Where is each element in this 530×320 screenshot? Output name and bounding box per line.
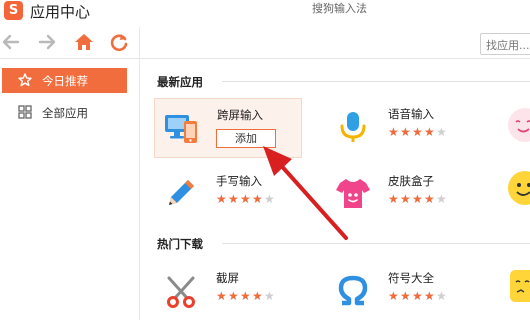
sidebar-item-label: 全部应用 [42, 106, 88, 120]
scissors-icon [167, 276, 195, 308]
sidebar-divider [139, 27, 140, 320]
title-bar: S 应用中心 搜狗输入法 [0, 0, 530, 22]
toolbar [0, 27, 530, 59]
app-name: 皮肤盒子 [388, 174, 434, 188]
star-empty-icon: ★ [436, 289, 447, 303]
app-card-screenshot[interactable]: 截屏 ★ ★ ★ ★ ★ [154, 262, 302, 320]
add-button[interactable]: 添加 [216, 129, 276, 148]
star-empty-icon: ★ [264, 289, 275, 303]
star-filled-icon: ★ [412, 289, 423, 303]
app-card-voice-input[interactable]: 语音输入 ★ ★ ★ ★ ★ [326, 98, 474, 158]
emoji-smile-icon[interactable] [507, 170, 530, 206]
star-filled-icon: ★ [228, 289, 239, 303]
star-filled-icon: ★ [424, 289, 435, 303]
forward-arrow-icon[interactable] [36, 31, 58, 53]
emoji-face-icon[interactable] [508, 268, 530, 304]
cross-screen-icon [165, 115, 197, 143]
star-filled-icon: ★ [216, 289, 227, 303]
app-card-cross-screen[interactable]: 跨屏输入 添加 [154, 98, 302, 158]
search-input[interactable] [480, 33, 530, 55]
pencil-icon [169, 180, 194, 205]
star-filled-icon: ★ [424, 125, 435, 139]
refresh-icon[interactable] [108, 31, 130, 53]
star-filled-icon: ★ [216, 192, 227, 206]
star-filled-icon: ★ [400, 125, 411, 139]
star-filled-icon: ★ [240, 192, 251, 206]
star-filled-icon: ★ [388, 192, 399, 206]
app-name: 符号大全 [388, 271, 434, 285]
tshirt-icon [336, 179, 370, 208]
grid-icon [18, 105, 32, 119]
star-filled-icon: ★ [240, 289, 251, 303]
star-filled-icon: ★ [400, 192, 411, 206]
star-filled-icon: ★ [412, 192, 423, 206]
section-divider [222, 243, 530, 244]
home-icon[interactable] [73, 31, 95, 53]
window-subtitle: 搜狗输入法 [312, 2, 367, 15]
app-card-symbols[interactable]: 符号大全 ★ ★ ★ ★ ★ [326, 262, 474, 320]
star-filled-icon: ★ [388, 125, 399, 139]
sidebar: 今日推荐 全部应用 [0, 60, 139, 320]
section-title-new: 最新应用 [157, 75, 203, 89]
star-icon [18, 73, 32, 87]
star-filled-icon: ★ [228, 192, 239, 206]
app-name: 手写输入 [216, 174, 262, 188]
microphone-icon [340, 112, 366, 142]
star-empty-icon: ★ [264, 192, 275, 206]
section-divider [222, 81, 530, 82]
sidebar-item-today[interactable]: 今日推荐 [2, 68, 127, 93]
star-filled-icon: ★ [252, 192, 263, 206]
star-filled-icon: ★ [388, 289, 399, 303]
sogou-logo-icon: S [4, 1, 23, 20]
app-card-handwriting[interactable]: 手写输入 ★ ★ ★ ★ ★ [154, 165, 302, 225]
back-arrow-icon[interactable] [0, 31, 22, 53]
app-name: 截屏 [216, 271, 239, 285]
sidebar-item-label: 今日推荐 [42, 74, 88, 88]
app-name: 跨屏输入 [217, 108, 263, 122]
app-name: 语音输入 [388, 107, 434, 121]
star-empty-icon: ★ [436, 125, 447, 139]
star-filled-icon: ★ [400, 289, 411, 303]
sidebar-item-all-apps[interactable]: 全部应用 [2, 100, 127, 125]
star-filled-icon: ★ [252, 289, 263, 303]
star-empty-icon: ★ [436, 192, 447, 206]
section-title-hot: 热门下载 [157, 237, 203, 251]
star-filled-icon: ★ [424, 192, 435, 206]
emoji-blush-icon[interactable] [507, 107, 530, 143]
star-filled-icon: ★ [412, 125, 423, 139]
app-title: 应用中心 [30, 3, 91, 21]
app-card-skin-box[interactable]: 皮肤盒子 ★ ★ ★ ★ ★ [326, 165, 474, 225]
omega-icon [338, 275, 368, 306]
